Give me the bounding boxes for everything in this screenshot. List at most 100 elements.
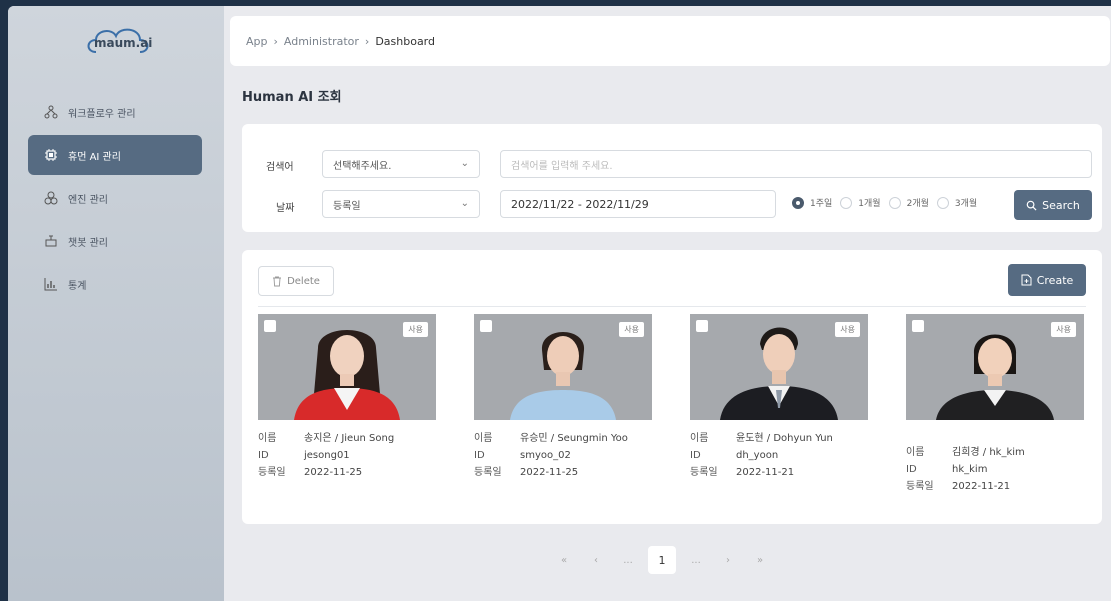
chatbot-icon bbox=[44, 234, 58, 248]
date-range-input[interactable]: 2022/11/22 - 2022/11/29 bbox=[500, 190, 776, 218]
status-badge: 사용 bbox=[835, 322, 860, 337]
sidebar-item-label: 워크플로우 관리 bbox=[68, 108, 136, 120]
pagination-ellipsis[interactable]: ... bbox=[616, 555, 640, 566]
human-ai-card[interactable]: 사용 이름 윤도현 / Dohyun Yun ID dh_yoon 등록일 2022-… bbox=[690, 314, 868, 483]
period-radio-3month[interactable]: 3개월 bbox=[936, 196, 978, 209]
workflow-icon bbox=[44, 105, 58, 119]
breadcrumb-item-dashboard: Dashboard bbox=[375, 34, 435, 48]
person-photo: 사용 bbox=[474, 314, 652, 420]
first-page-button[interactable]: « bbox=[552, 555, 576, 566]
person-name: 윤도현 / Dohyun Yun bbox=[736, 433, 833, 444]
create-button-label: Create bbox=[1036, 273, 1074, 287]
select-checkbox[interactable] bbox=[696, 320, 708, 332]
person-info: 이름 유승민 / Seungmin Yoo ID smyoo_02 등록일 2022-… bbox=[474, 432, 652, 479]
chip-icon bbox=[44, 148, 58, 162]
chevron-down-icon: ⌄ bbox=[460, 198, 469, 209]
radio-dot bbox=[792, 196, 804, 209]
status-badge: 사용 bbox=[619, 322, 644, 337]
date-label: 날짜 bbox=[276, 203, 295, 214]
keyword-select[interactable]: 선택해주세요. ⌄ bbox=[322, 150, 480, 178]
sidebar-item-engine[interactable]: 엔진 관리 bbox=[28, 178, 202, 218]
create-button[interactable]: Create bbox=[1008, 264, 1086, 296]
keyword-label: 검색어 bbox=[266, 162, 294, 173]
keyword-input-placeholder: 검색어를 입력해 주세요. bbox=[511, 160, 613, 172]
radio-dot bbox=[888, 196, 901, 209]
sidebar-item-human-ai[interactable]: 휴먼 AI 관리 bbox=[28, 135, 202, 175]
delete-button[interactable]: Delete bbox=[258, 266, 334, 296]
person-name: 유승민 / Seungmin Yoo bbox=[520, 433, 628, 444]
delete-button-label: Delete bbox=[287, 275, 320, 287]
person-id: smyoo_02 bbox=[520, 450, 571, 461]
status-badge: 사용 bbox=[403, 322, 428, 337]
search-icon bbox=[1026, 200, 1037, 211]
sidebar-item-label: 엔진 관리 bbox=[68, 194, 108, 206]
last-page-button[interactable]: » bbox=[748, 555, 772, 566]
search-panel: 검색어 선택해주세요. ⌄ 검색어를 입력해 주세요. 날짜 등록일 ⌄ 202… bbox=[242, 124, 1102, 232]
name-label: 이름 bbox=[258, 433, 277, 444]
search-button-label: Search bbox=[1042, 198, 1080, 212]
person-photo: 사용 bbox=[690, 314, 868, 420]
id-label: ID bbox=[474, 450, 485, 461]
sidebar-item-label: 챗봇 관리 bbox=[68, 237, 108, 249]
period-label: 1개월 bbox=[858, 199, 881, 209]
id-label: ID bbox=[258, 450, 269, 461]
name-label: 이름 bbox=[690, 433, 709, 444]
human-ai-card[interactable]: 사용 이름 김희경 / hk_kim ID hk_kim 등록일 2022-11-21 bbox=[906, 314, 1084, 497]
person-info: 이름 윤도현 / Dohyun Yun ID dh_yoon 등록일 2022-11-… bbox=[690, 432, 868, 479]
prev-page-button[interactable]: ‹ bbox=[584, 555, 608, 566]
date-type-select[interactable]: 등록일 ⌄ bbox=[322, 190, 480, 218]
select-checkbox[interactable] bbox=[912, 320, 924, 332]
chevron-down-icon: ⌄ bbox=[460, 158, 469, 169]
person-photo: 사용 bbox=[258, 314, 436, 420]
breadcrumb-item-administrator[interactable]: Administrator bbox=[284, 35, 359, 48]
person-photo: 사용 bbox=[906, 314, 1084, 420]
person-id: dh_yoon bbox=[736, 450, 779, 461]
select-checkbox[interactable] bbox=[480, 320, 492, 332]
sidebar-nav: 워크플로우 관리 휴먼 AI 관리 엔진 관리 챗봇 관리 통계 bbox=[28, 92, 202, 307]
chart-icon bbox=[44, 277, 58, 291]
trash-icon bbox=[273, 276, 282, 286]
sidebar-item-stats[interactable]: 통계 bbox=[28, 264, 202, 304]
breadcrumb-item-app[interactable]: App bbox=[246, 35, 268, 48]
logo-text: maum.ai bbox=[94, 36, 153, 50]
breadcrumb: App › Administrator › Dashboard bbox=[230, 16, 1110, 66]
human-ai-list-panel: Delete Create 사용 이름 송지은 / Jieun Song ID … bbox=[242, 250, 1102, 524]
keyword-input[interactable]: 검색어를 입력해 주세요. bbox=[500, 150, 1092, 178]
person-id: jesong01 bbox=[304, 450, 350, 461]
person-name: 송지은 / Jieun Song bbox=[304, 433, 395, 444]
name-label: 이름 bbox=[906, 447, 925, 458]
add-file-icon bbox=[1021, 274, 1032, 286]
period-radio-2month[interactable]: 2개월 bbox=[888, 196, 929, 209]
page-number-current[interactable]: 1 bbox=[648, 546, 676, 574]
radio-dot bbox=[840, 196, 853, 209]
date-label: 등록일 bbox=[258, 467, 286, 478]
period-label: 3개월 bbox=[954, 199, 978, 209]
sidebar-item-chatbot[interactable]: 챗봇 관리 bbox=[28, 221, 202, 261]
period-radio-group: 1주일 1개월 2개월 3개월 bbox=[792, 196, 985, 209]
sidebar: maum.ai 워크플로우 관리 휴먼 AI 관리 엔진 관리 챗봇 관리 통계 bbox=[8, 6, 224, 601]
search-button[interactable]: Search bbox=[1014, 190, 1092, 220]
sidebar-item-label: 휴먼 AI 관리 bbox=[68, 151, 121, 163]
period-label: 1주일 bbox=[810, 199, 833, 209]
next-page-button[interactable]: › bbox=[716, 555, 740, 566]
name-label: 이름 bbox=[474, 433, 493, 444]
pagination-ellipsis[interactable]: ... bbox=[684, 555, 708, 566]
period-radio-1month[interactable]: 1개월 bbox=[840, 196, 881, 209]
period-radio-1week[interactable]: 1주일 bbox=[792, 196, 832, 209]
breadcrumb-separator: › bbox=[273, 34, 278, 48]
status-badge: 사용 bbox=[1051, 322, 1076, 337]
id-label: ID bbox=[906, 464, 917, 475]
person-info: 이름 송지은 / Jieun Song ID jesong01 등록일 2022-11… bbox=[258, 432, 436, 479]
person-info: 이름 김희경 / hk_kim ID hk_kim 등록일 2022-11-21 bbox=[906, 446, 1084, 493]
select-checkbox[interactable] bbox=[264, 320, 276, 332]
keyword-select-value: 선택해주세요. bbox=[333, 160, 392, 172]
app-frame: maum.ai 워크플로우 관리 휴먼 AI 관리 엔진 관리 챗봇 관리 통계… bbox=[8, 6, 1111, 601]
sidebar-item-workflow[interactable]: 워크플로우 관리 bbox=[28, 92, 202, 132]
human-ai-card[interactable]: 사용 이름 유승민 / Seungmin Yoo ID smyoo_02 등록일 20… bbox=[474, 314, 652, 483]
date-type-select-value: 등록일 bbox=[333, 200, 361, 212]
sidebar-item-label: 통계 bbox=[68, 280, 87, 292]
date-label: 등록일 bbox=[690, 467, 718, 478]
registered-date: 2022-11-25 bbox=[520, 467, 579, 478]
human-ai-card[interactable]: 사용 이름 송지은 / Jieun Song ID jesong01 등록일 2022… bbox=[258, 314, 436, 483]
id-label: ID bbox=[690, 450, 701, 461]
